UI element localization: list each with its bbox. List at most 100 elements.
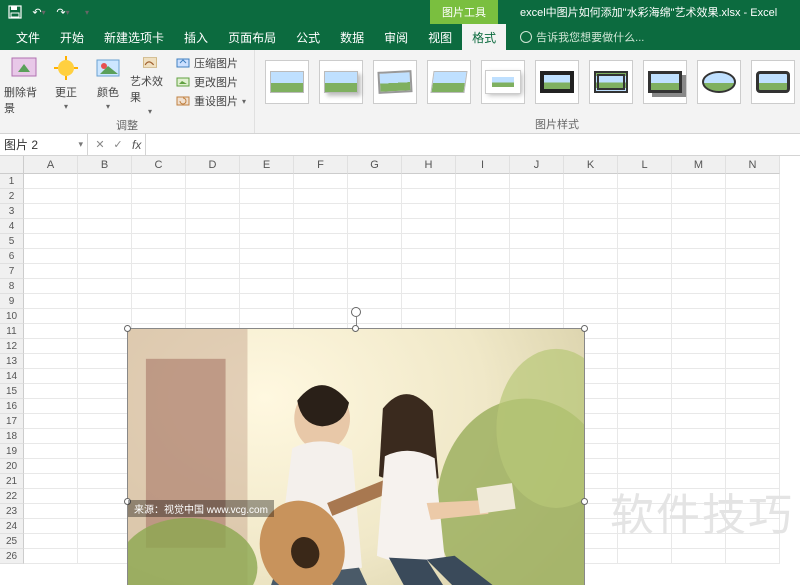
cell[interactable]: [294, 279, 348, 294]
tell-me-search[interactable]: 告诉我您想要做什么...: [520, 24, 644, 50]
save-button[interactable]: [4, 2, 26, 22]
cell[interactable]: [510, 249, 564, 264]
row-header[interactable]: 8: [0, 279, 24, 294]
col-header[interactable]: N: [726, 156, 780, 174]
resize-handle[interactable]: [581, 325, 588, 332]
row-header[interactable]: 6: [0, 249, 24, 264]
cell[interactable]: [726, 459, 780, 474]
cell[interactable]: [24, 549, 78, 564]
col-header[interactable]: I: [456, 156, 510, 174]
row-header[interactable]: 9: [0, 294, 24, 309]
cell[interactable]: [294, 234, 348, 249]
cell[interactable]: [618, 264, 672, 279]
cell[interactable]: [78, 339, 132, 354]
cell[interactable]: [726, 384, 780, 399]
row-header[interactable]: 1: [0, 174, 24, 189]
cell[interactable]: [78, 549, 132, 564]
cell[interactable]: [726, 204, 780, 219]
cell[interactable]: [240, 189, 294, 204]
picture-style-item[interactable]: [427, 60, 471, 104]
cell[interactable]: [618, 234, 672, 249]
row-header[interactable]: 7: [0, 264, 24, 279]
cell[interactable]: [618, 309, 672, 324]
artistic-effects-button[interactable]: 艺术效果▾: [130, 52, 170, 116]
resize-handle[interactable]: [124, 325, 131, 332]
cell[interactable]: [726, 534, 780, 549]
cell[interactable]: [24, 519, 78, 534]
cell[interactable]: [132, 264, 186, 279]
cell[interactable]: [24, 189, 78, 204]
cell[interactable]: [186, 294, 240, 309]
cell[interactable]: [348, 279, 402, 294]
cell[interactable]: [564, 279, 618, 294]
cell[interactable]: [672, 519, 726, 534]
cell[interactable]: [240, 234, 294, 249]
cell[interactable]: [672, 309, 726, 324]
row-header[interactable]: 23: [0, 504, 24, 519]
cell[interactable]: [456, 234, 510, 249]
cell[interactable]: [78, 234, 132, 249]
cell[interactable]: [726, 174, 780, 189]
cell[interactable]: [240, 204, 294, 219]
cell[interactable]: [132, 249, 186, 264]
col-header[interactable]: E: [240, 156, 294, 174]
cell[interactable]: [510, 279, 564, 294]
cell[interactable]: [618, 219, 672, 234]
cell[interactable]: [348, 204, 402, 219]
cell[interactable]: [24, 474, 78, 489]
cell[interactable]: [618, 174, 672, 189]
row-header[interactable]: 5: [0, 234, 24, 249]
cell[interactable]: [402, 174, 456, 189]
cell[interactable]: [132, 189, 186, 204]
cell[interactable]: [618, 399, 672, 414]
tab-data[interactable]: 数据: [330, 24, 374, 50]
cell[interactable]: [618, 279, 672, 294]
cell[interactable]: [78, 459, 132, 474]
cell[interactable]: [24, 324, 78, 339]
cell[interactable]: [294, 219, 348, 234]
cell[interactable]: [726, 189, 780, 204]
selected-picture[interactable]: [127, 328, 585, 585]
cell[interactable]: [672, 504, 726, 519]
row-header[interactable]: 16: [0, 399, 24, 414]
cell[interactable]: [726, 414, 780, 429]
cell[interactable]: [726, 249, 780, 264]
cell[interactable]: [726, 549, 780, 564]
picture-style-item[interactable]: [319, 60, 363, 104]
cell[interactable]: [24, 219, 78, 234]
row-header[interactable]: 3: [0, 204, 24, 219]
cell[interactable]: [456, 219, 510, 234]
row-header[interactable]: 21: [0, 474, 24, 489]
row-header[interactable]: 10: [0, 309, 24, 324]
cell[interactable]: [402, 279, 456, 294]
cell[interactable]: [78, 204, 132, 219]
cell[interactable]: [672, 354, 726, 369]
tab-file[interactable]: 文件: [6, 24, 50, 50]
cell[interactable]: [726, 324, 780, 339]
cell[interactable]: [294, 189, 348, 204]
cell[interactable]: [672, 324, 726, 339]
cell[interactable]: [348, 249, 402, 264]
cell[interactable]: [726, 474, 780, 489]
picture-style-item[interactable]: [373, 60, 417, 104]
cell[interactable]: [132, 279, 186, 294]
cell[interactable]: [186, 189, 240, 204]
cell[interactable]: [618, 414, 672, 429]
row-header[interactable]: 17: [0, 414, 24, 429]
cell[interactable]: [672, 249, 726, 264]
color-button[interactable]: 颜色▾: [88, 52, 128, 116]
picture-style-item[interactable]: [265, 60, 309, 104]
reset-picture-button[interactable]: 重设图片 ▾: [172, 92, 250, 110]
col-header[interactable]: C: [132, 156, 186, 174]
cell[interactable]: [618, 369, 672, 384]
formula-input[interactable]: [146, 134, 800, 155]
cell[interactable]: [672, 534, 726, 549]
cell[interactable]: [456, 204, 510, 219]
cell[interactable]: [618, 339, 672, 354]
tab-view[interactable]: 视图: [418, 24, 462, 50]
cell[interactable]: [672, 384, 726, 399]
tab-insert[interactable]: 插入: [174, 24, 218, 50]
cell[interactable]: [78, 294, 132, 309]
row-header[interactable]: 26: [0, 549, 24, 564]
cell[interactable]: [510, 189, 564, 204]
